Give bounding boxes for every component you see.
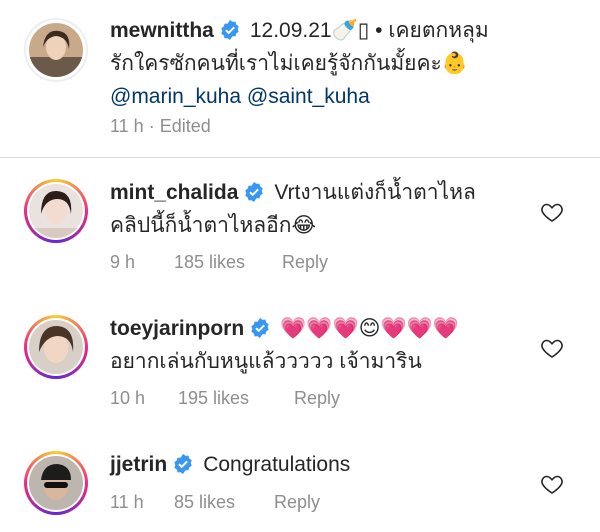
comment-username[interactable]: jjetrin (110, 453, 167, 476)
comment-likes[interactable]: 185 likes (174, 252, 282, 273)
avatar-image (29, 23, 83, 77)
comment-username[interactable]: toeyjarinporn (110, 317, 244, 340)
comment-text-2: คลิปนี้ก็น้ำตาไหลอีก😂 (110, 213, 317, 237)
comment-line-1: jjetrin Congratulations (110, 448, 350, 481)
comment-likes[interactable]: 85 likes (174, 492, 274, 513)
comment-avatar[interactable] (24, 179, 88, 243)
comment-timestamp: 9 h (110, 252, 136, 272)
heart-outline-icon[interactable] (540, 200, 564, 224)
comment-timestamp: 10 h (110, 388, 146, 408)
comment-text: Congratulations (203, 453, 351, 476)
verified-badge-icon (251, 318, 269, 338)
comment-likes[interactable]: 195 likes (178, 388, 294, 409)
comment-text-2: อยากเล่นกับหนูแล้ววววว เจ้ามาริน (110, 350, 422, 373)
caption-text-2: รักใครซักคนที่เราไม่เคยรู้จักกันมั้ยคะ👶 (110, 51, 468, 75)
comment-row: jjetrin Congratulations 11 h 85 likes Rep… (0, 434, 600, 532)
comment-meta: 9 h 185 likes Reply (110, 252, 328, 273)
comment-avatar[interactable] (24, 451, 88, 515)
avatar-image (29, 320, 83, 374)
comment-meta: 10 h 195 likes Reply (110, 388, 340, 409)
verified-badge-icon (174, 454, 192, 474)
avatar-image (29, 456, 83, 510)
comment-timestamp: 11 h (110, 492, 144, 512)
post-caption: mewnittha 12.09.21🍼▯ • เคยตกหลุม รักใครซั… (0, 0, 600, 158)
comment-username[interactable]: mint_chalida (110, 181, 238, 204)
meta-separator: · (143, 116, 160, 136)
heart-outline-icon[interactable] (540, 472, 564, 496)
avatar-image (29, 184, 83, 238)
caption-mentions[interactable]: @marin_kuha @saint_kuha (110, 80, 489, 113)
caption-line-1: mewnittha 12.09.21🍼▯ • เคยตกหลุม (110, 14, 489, 47)
comment-line-1: mint_chalida Vrtงานแต่งก็น้ำตาไหล (110, 176, 476, 209)
caption-divider (0, 157, 600, 158)
heart-outline-icon[interactable] (540, 336, 564, 360)
reply-button[interactable]: Reply (294, 388, 340, 409)
caption-avatar[interactable] (24, 18, 88, 82)
comment-meta: 11 h 85 likes Reply (110, 492, 320, 513)
caption-meta: 11 h · Edited (110, 116, 211, 137)
comment-row: mint_chalida Vrtงานแต่งก็น้ำตาไหล คลิปนี้… (0, 162, 600, 292)
comment-line-1: toeyjarinporn 💗💗💗😊💗💗💗 (110, 312, 459, 345)
comment-row: toeyjarinporn 💗💗💗😊💗💗💗 อยากเล่นกับหนูแล้วว… (0, 298, 600, 428)
verified-badge-icon (221, 20, 239, 40)
reply-button[interactable]: Reply (274, 492, 320, 513)
caption-timestamp: 11 h (110, 116, 144, 136)
caption-text-1: 12.09.21🍼▯ • เคยตกหลุม (249, 19, 489, 42)
comment-avatar[interactable] (24, 315, 88, 379)
comment-text: 💗💗💗😊💗💗💗 (280, 316, 459, 340)
verified-badge-icon (245, 182, 264, 202)
caption-edited-label: Edited (159, 116, 211, 136)
reply-button[interactable]: Reply (282, 252, 328, 273)
caption-username[interactable]: mewnittha (110, 19, 214, 42)
comment-text: Vrtงานแต่งก็น้ำตาไหล (274, 181, 476, 204)
